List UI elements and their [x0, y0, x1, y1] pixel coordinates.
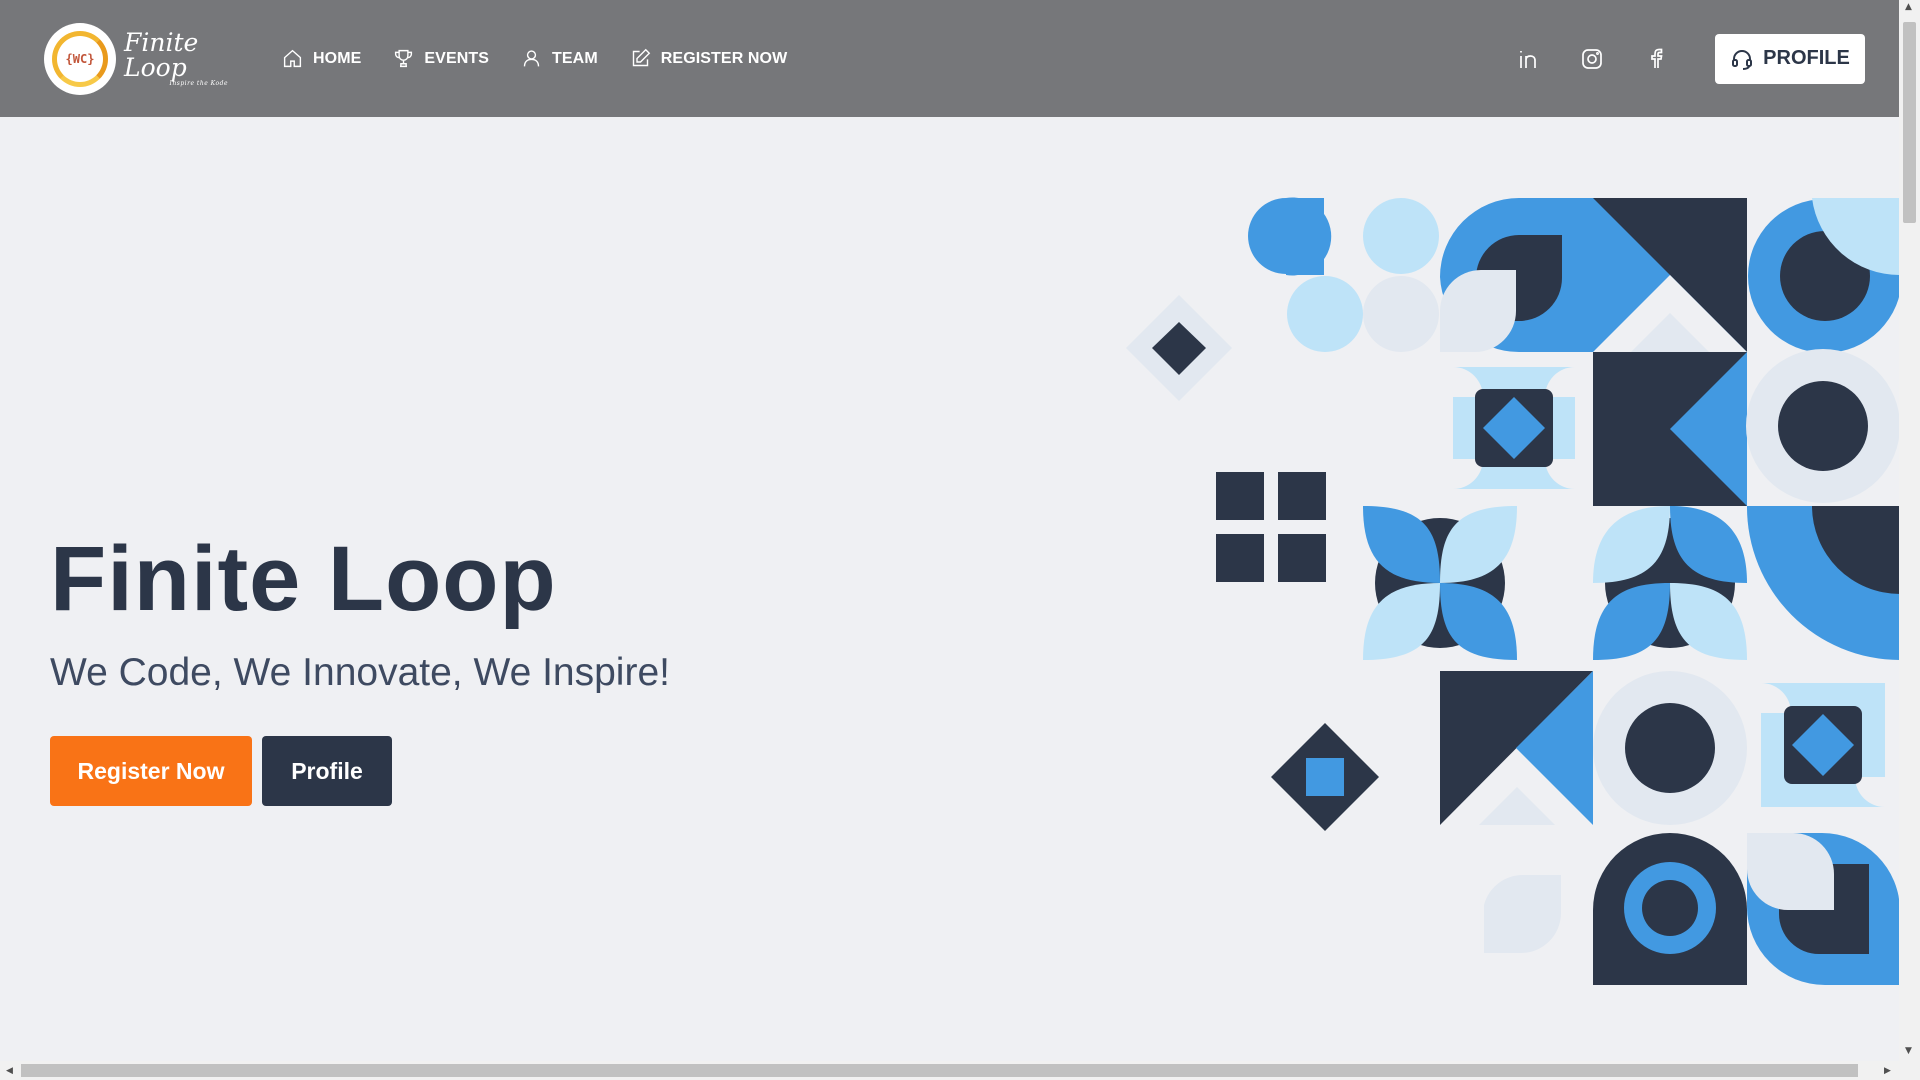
- nav-item-label: EVENTS: [424, 49, 490, 67]
- nav-item-events[interactable]: EVENTS: [393, 48, 489, 69]
- hero-subtitle: We Code, We Innovate, We Inspire!: [50, 651, 670, 694]
- ring-tile-2: [1746, 349, 1900, 503]
- user-icon: [523, 50, 540, 67]
- triangle-square-2: [1593, 352, 1747, 506]
- nav-item-home[interactable]: HOME: [282, 48, 361, 69]
- geometric-illustration: [1126, 197, 1900, 985]
- facebook-icon: [1651, 48, 1663, 68]
- instagram-link[interactable]: [1580, 47, 1604, 71]
- profile-hero-button[interactable]: Profile: [262, 736, 392, 806]
- linkedin-link[interactable]: [1516, 47, 1540, 71]
- logo-text: Finite Loop: [124, 28, 199, 82]
- facebook-link[interactable]: [1644, 47, 1668, 71]
- nav-item-label: HOME: [313, 49, 362, 67]
- horizontal-scrollbar-thumb[interactable]: [21, 1064, 1858, 1077]
- nav-item-register[interactable]: REGISTER NOW: [630, 48, 788, 69]
- quarter-arc-tile: [1746, 506, 1900, 660]
- hero-buttons: Register Now Profile: [50, 736, 670, 806]
- floating-diamond-2: [1271, 723, 1379, 831]
- logo-wordmark: Finite Loop Inspire the Kode: [124, 30, 228, 87]
- rounded-square-tile: [1747, 833, 1900, 985]
- nav-item-label: REGISTER NOW: [660, 49, 788, 67]
- register-now-button[interactable]: Register Now: [50, 736, 252, 806]
- headset-icon: [1732, 49, 1753, 70]
- top-navbar: {WC} Finite Loop Inspire the Kode HOME E…: [0, 0, 1899, 117]
- scroll-down-arrow-icon[interactable]: ▼: [1905, 1046, 1912, 1056]
- profile-button-label: PROFILE: [1763, 47, 1850, 69]
- scroll-left-arrow-icon[interactable]: ◀: [6, 1066, 13, 1076]
- trophy-icon: [395, 49, 413, 68]
- floating-diamond-1: [1126, 295, 1232, 401]
- nav-links: HOME EVENTS TEAM REGISTER NOW: [282, 48, 819, 69]
- pale-leaf: [1484, 874, 1561, 953]
- scroll-right-arrow-icon[interactable]: ▶: [1884, 1066, 1891, 1076]
- triangle-tile-3: [1440, 671, 1593, 825]
- target-tile: [1593, 833, 1747, 985]
- logo-ring: {WC}: [52, 30, 108, 87]
- profile-button[interactable]: PROFILE: [1715, 33, 1865, 84]
- logo-badge: {WC}: [46, 24, 114, 93]
- home-icon: [283, 49, 302, 68]
- edit-icon: [632, 48, 651, 67]
- ring-tile-3: [1593, 671, 1747, 825]
- circle-cluster: [1248, 197, 1439, 352]
- diamond-flower-tile: [1453, 367, 1575, 489]
- logo[interactable]: {WC} Finite Loop Inspire the Kode: [46, 24, 228, 93]
- linkedin-icon: [1520, 50, 1536, 68]
- nav-item-team[interactable]: TEAM: [521, 48, 598, 69]
- petal-flower-1: [1363, 506, 1517, 660]
- diamond-flower-tile-2: [1761, 683, 1885, 807]
- social-links: [1516, 47, 1668, 71]
- vertical-scrollbar-thumb[interactable]: [1903, 22, 1916, 223]
- hero-title: Finite Loop: [50, 528, 557, 630]
- window-squares: [1216, 472, 1326, 582]
- ring-tile-1: [1748, 198, 1900, 353]
- blue-quarter-tile: [1440, 198, 1593, 353]
- petal-flower-2: [1593, 506, 1747, 660]
- scroll-up-arrow-icon[interactable]: ▲: [1905, 2, 1912, 12]
- nav-item-label: TEAM: [552, 49, 598, 67]
- instagram-icon: [1582, 48, 1602, 69]
- hero-section: Finite Loop We Code, We Innovate, We Ins…: [50, 533, 670, 806]
